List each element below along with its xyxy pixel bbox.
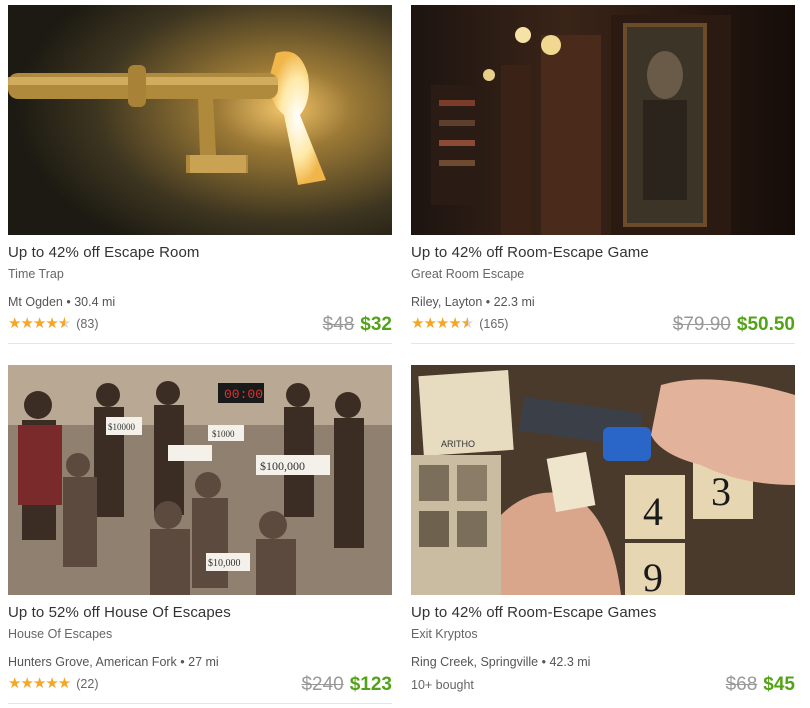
deal-image[interactable] [411,5,795,235]
deal-card[interactable]: 00:00 $10000 $1000 $100,000 $10,000 Up t… [8,365,392,704]
deal-title[interactable]: Up to 42% off Room-Escape Game [411,244,795,262]
star-rating-icon: ★★★★★ ★ [8,315,71,332]
rating: ★★★★★ ★ (165) [411,316,508,332]
star-rating-icon: ★★★★★ [8,675,71,692]
deal-image[interactable]: 00:00 $10000 $1000 $100,000 $10,000 [8,365,392,595]
deal-image[interactable]: ARITHO 4 3 9 [411,365,795,595]
deal-card[interactable]: Up to 42% off Escape Room Time Trap Mt O… [8,5,392,344]
deal-title[interactable]: Up to 52% off House Of Escapes [8,604,392,622]
divider [411,343,795,344]
discount-price: $45 [763,674,795,695]
timer-text: 00:00 [224,387,263,402]
original-price: $48 [322,314,355,335]
digit-tile-4: 4 [643,489,663,534]
discount-price: $50.50 [736,314,795,335]
original-price: $79.90 [672,314,731,335]
price: $68 $45 [726,673,795,697]
rating-count: (165) [479,317,509,331]
divider [8,703,392,704]
deal-card[interactable]: Up to 42% off Room-Escape Game Great Roo… [411,5,795,344]
discount-price: $32 [360,314,392,335]
money-sign-4: $10,000 [208,558,241,569]
rating: ★★★★★ (22) [8,676,98,692]
rating: ★★★★★ ★ (83) [8,316,98,332]
deal-location: Riley, Layton • 22.3 mi [411,295,535,309]
money-sign-2: $1000 [212,429,235,439]
digit-tile-3: 3 [711,469,731,514]
price: $48 $32 [323,313,392,337]
aritho-label: ARITHO [441,439,475,449]
deal-location: Ring Creek, Springville • 42.3 mi [411,655,591,669]
merchant-name: Great Room Escape [411,267,525,281]
deal-image[interactable] [8,5,392,235]
money-sign-3: $100,000 [260,459,305,473]
merchant-name: Exit Kryptos [411,627,478,641]
deal-card[interactable]: ARITHO 4 3 9 Up to 42% off Room-Escape G… [411,365,795,695]
price: $79.90 $50.50 [673,313,795,337]
deal-title[interactable]: Up to 42% off Escape Room [8,244,392,262]
rating-count: (83) [76,317,99,331]
merchant-name: House Of Escapes [8,627,113,641]
price: $240 $123 [301,673,392,697]
deal-location: Mt Ogden • 30.4 mi [8,295,116,309]
star-rating-icon: ★★★★★ ★ [411,315,474,332]
deal-title[interactable]: Up to 42% off Room-Escape Games [411,604,795,622]
original-price: $240 [301,674,344,695]
divider [8,343,392,344]
deal-location: Hunters Grove, American Fork • 27 mi [8,655,219,669]
original-price: $68 [725,674,758,695]
money-sign-1: $10000 [108,422,136,432]
bought-count: 10+ bought [411,678,474,692]
digit-tile-9: 9 [643,555,663,595]
rating-count: (22) [76,677,99,691]
discount-price: $123 [349,674,392,695]
merchant-name: Time Trap [8,267,64,281]
